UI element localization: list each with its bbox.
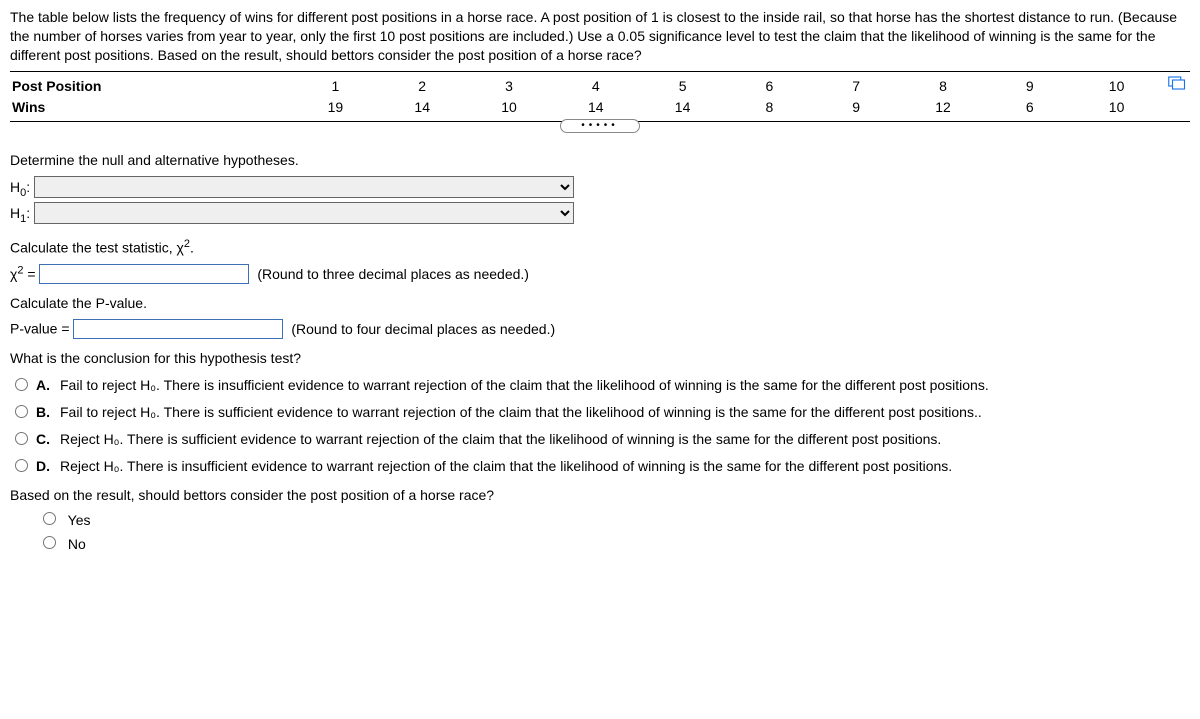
pos-cell: 9 — [986, 76, 1073, 97]
pos-cell: 5 — [639, 76, 726, 97]
pos-cell: 2 — [379, 76, 466, 97]
data-table: Post Position 1 2 3 4 5 6 7 8 9 10 Wins … — [10, 76, 1190, 118]
p-value-input[interactable] — [73, 319, 283, 339]
chi-square-input[interactable] — [39, 264, 249, 284]
p-value-label: P-value = — [10, 321, 70, 337]
chi-square-hint: (Round to three decimal places as needed… — [257, 266, 529, 282]
h0-label: H0: — [10, 179, 30, 195]
pos-cell: 4 — [552, 76, 639, 97]
option-a-label: A. — [36, 376, 54, 395]
option-a-text: Fail to reject H₀. There is insufficient… — [60, 376, 1190, 395]
yes-radio[interactable] — [43, 512, 56, 525]
no-label: No — [68, 536, 86, 552]
copy-table-icon[interactable] — [1168, 76, 1186, 90]
wins-cell: 14 — [552, 97, 639, 118]
wins-cell: 8 — [726, 97, 813, 118]
row-label-wins: Wins — [10, 97, 292, 118]
option-d-text: Reject H₀. There is insufficient evidenc… — [60, 457, 1190, 476]
wins-cell: 14 — [639, 97, 726, 118]
followup-prompt: Based on the result, should bettors cons… — [10, 486, 1190, 505]
wins-cell: 19 — [292, 97, 379, 118]
wins-cell: 12 — [900, 97, 987, 118]
no-radio[interactable] — [43, 536, 56, 549]
option-b-text: Fail to reject H₀. There is sufficient e… — [60, 403, 1190, 422]
wins-cell: 9 — [813, 97, 900, 118]
conclusion-prompt: What is the conclusion for this hypothes… — [10, 349, 1190, 368]
option-b-radio[interactable] — [15, 405, 28, 418]
option-d-label: D. — [36, 457, 54, 476]
row-label-position: Post Position — [10, 76, 292, 97]
pos-cell: 8 — [900, 76, 987, 97]
hypotheses-prompt: Determine the null and alternative hypot… — [10, 151, 1190, 170]
h0-select[interactable] — [34, 176, 574, 198]
p-value-hint: (Round to four decimal places as needed.… — [291, 321, 555, 337]
h1-label: H1: — [10, 205, 30, 221]
option-c-radio[interactable] — [15, 432, 28, 445]
h1-select[interactable] — [34, 202, 574, 224]
pos-cell: 3 — [466, 76, 553, 97]
wins-cell: 10 — [466, 97, 553, 118]
option-c-text: Reject H₀. There is sufficient evidence … — [60, 430, 1190, 449]
calc-stat-prompt: Calculate the test statistic, χ2. — [10, 237, 1190, 258]
option-d-radio[interactable] — [15, 459, 28, 472]
data-table-block: Post Position 1 2 3 4 5 6 7 8 9 10 Wins … — [10, 71, 1190, 123]
problem-statement: The table below lists the frequency of w… — [10, 8, 1190, 65]
pos-cell: 10 — [1073, 76, 1160, 97]
option-c-label: C. — [36, 430, 54, 449]
wins-cell: 10 — [1073, 97, 1160, 118]
chi-square-label: χ2 = — [10, 266, 36, 282]
option-a-radio[interactable] — [15, 378, 28, 391]
option-b-label: B. — [36, 403, 54, 422]
wins-cell: 14 — [379, 97, 466, 118]
pos-cell: 7 — [813, 76, 900, 97]
pos-cell: 6 — [726, 76, 813, 97]
collapse-divider-icon[interactable]: ••••• — [560, 119, 640, 133]
pos-cell: 1 — [292, 76, 379, 97]
calc-p-prompt: Calculate the P-value. — [10, 294, 1190, 313]
yes-label: Yes — [68, 512, 91, 528]
wins-cell: 6 — [986, 97, 1073, 118]
